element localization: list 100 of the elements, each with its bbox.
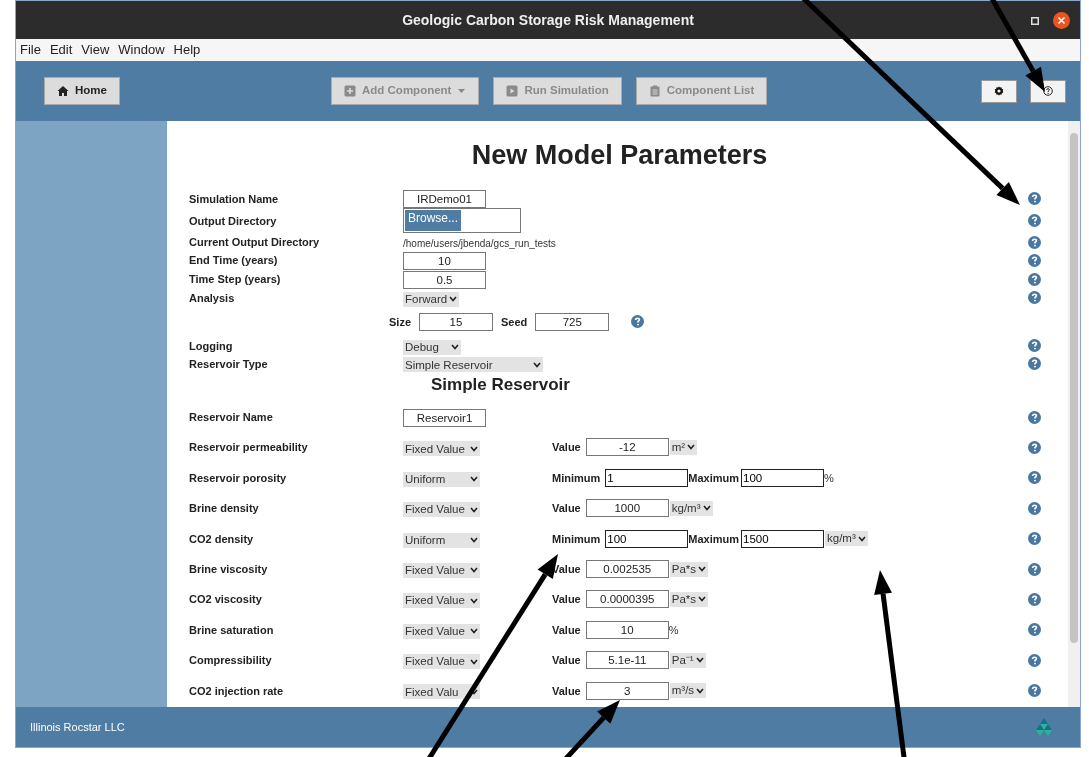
company-name: Illinois Rocstar LLC (30, 719, 125, 735)
field-label: Minimum (552, 532, 601, 545)
field-label: Time Step (years) (189, 273, 282, 286)
unit-dropdown[interactable]: Pa⁻¹ (669, 652, 706, 668)
file-field[interactable]: Browse... (403, 208, 521, 234)
field-label: Brine density (189, 502, 260, 515)
help-icon[interactable] (1028, 592, 1041, 606)
field-label: Maximum (688, 532, 740, 545)
menu-item[interactable]: Edit (45, 40, 78, 60)
unit-label: % (668, 623, 679, 636)
input-field[interactable]: 100 (605, 529, 689, 548)
help-icon[interactable] (1028, 410, 1041, 424)
dropdown[interactable]: Fixed Value (403, 623, 480, 639)
home-button[interactable]: Home (44, 77, 120, 105)
help-icon[interactable] (1028, 501, 1041, 515)
caret-icon (533, 361, 541, 368)
dropdown[interactable]: Fixed Value (403, 441, 480, 457)
settings-button[interactable] (981, 79, 1017, 103)
unit-dropdown[interactable]: m³/s (669, 683, 707, 699)
help-icon[interactable] (1028, 653, 1041, 667)
input-field[interactable]: -12 (585, 438, 669, 457)
help-icon[interactable] (1028, 339, 1041, 353)
help-icon[interactable] (1028, 471, 1041, 485)
unit-dropdown[interactable]: Pa*s (669, 561, 709, 577)
help-icon[interactable] (1028, 235, 1041, 249)
scrollbar[interactable] (1068, 121, 1080, 707)
caret-icon (470, 628, 478, 635)
field-label: Logging (189, 339, 234, 352)
menu-item[interactable]: File (16, 40, 46, 60)
menu-item[interactable]: Help (169, 40, 206, 60)
close-icon[interactable] (1053, 12, 1070, 29)
field-label: CO2 injection rate (189, 684, 285, 697)
field-label: CO2 density (189, 532, 255, 545)
input-field[interactable]: IRDemo01 (403, 190, 486, 209)
field-label: Reservoir Type (189, 357, 269, 370)
caret-icon (449, 296, 458, 303)
input-field[interactable]: 0.0000395 (585, 590, 669, 609)
dropdown[interactable]: Fixed Value (403, 654, 480, 670)
unit-dropdown[interactable]: kg/m³ (825, 531, 868, 547)
dropdown[interactable]: Debug (403, 339, 461, 355)
field-label: Value (552, 593, 581, 606)
field-label: Reservoir porosity (189, 471, 288, 484)
input-field[interactable]: 15 (419, 312, 493, 331)
input-field[interactable]: Reservoir1 (403, 408, 486, 427)
caret-icon (470, 689, 478, 695)
caret-icon (470, 537, 478, 544)
caret-icon (470, 597, 478, 604)
help-icon[interactable] (1028, 562, 1041, 576)
field-label: Simulation Name (189, 192, 280, 205)
input-field[interactable]: 100 (741, 468, 825, 487)
help-icon[interactable] (1028, 254, 1041, 267)
help-icon (1043, 86, 1053, 96)
unit-dropdown[interactable]: Pa*s (669, 591, 709, 607)
caret-icon (687, 444, 696, 451)
help-icon[interactable] (631, 315, 645, 329)
help-icon[interactable] (1028, 273, 1041, 286)
help-icon[interactable] (1028, 214, 1041, 228)
maximize-icon[interactable] (1031, 16, 1039, 25)
help-icon[interactable] (1028, 357, 1041, 371)
settings-icon (994, 86, 1004, 96)
dropdown[interactable]: Simple Reservoir (403, 357, 543, 373)
clipboard-icon (648, 85, 661, 97)
caret-icon (470, 658, 478, 665)
section-heading: Simple Reservoir (431, 375, 571, 396)
dropdown[interactable]: Fixed Value (403, 593, 480, 609)
dropdown[interactable]: Fixed Valu (403, 684, 480, 700)
caret-icon (451, 344, 459, 351)
input-field[interactable]: 10 (403, 252, 486, 270)
dropdown[interactable]: Forward (403, 291, 460, 307)
field-label: Brine saturation (189, 623, 275, 636)
unit-dropdown[interactable]: kg/m³ (669, 500, 713, 516)
unit-dropdown[interactable]: m² (669, 439, 698, 455)
input-field[interactable]: 5.1e-11 (585, 651, 669, 670)
logo-icon (1036, 718, 1052, 736)
input-field[interactable]: 1000 (585, 499, 669, 518)
dropdown[interactable]: Uniform (403, 532, 480, 548)
dropdown[interactable]: Fixed Value (403, 502, 480, 518)
input-field[interactable]: 725 (535, 312, 610, 331)
unit-label: % (824, 471, 834, 484)
input-field[interactable]: 0.002535 (585, 560, 669, 578)
help-icon[interactable] (1028, 291, 1041, 305)
field-label: Compressibility (189, 654, 273, 667)
input-field[interactable]: 1500 (741, 529, 825, 548)
dropdown[interactable]: Uniform (403, 471, 480, 487)
help-icon[interactable] (1028, 440, 1041, 454)
help-icon[interactable] (1028, 684, 1041, 698)
menu-item[interactable]: Window (114, 40, 170, 60)
menu-item[interactable]: View (77, 40, 115, 60)
help-icon[interactable] (1028, 532, 1041, 546)
help-icon[interactable] (1028, 192, 1041, 206)
field-label: Value (552, 654, 581, 667)
field-label: Size (389, 315, 411, 328)
input-field[interactable]: 3 (585, 681, 669, 700)
caret-icon (857, 535, 866, 542)
input-field[interactable]: 1 (605, 468, 689, 487)
input-field[interactable]: 10 (585, 620, 669, 639)
dropdown[interactable]: Fixed Value (403, 562, 480, 578)
input-field[interactable]: 0.5 (403, 271, 486, 289)
window-title: Geologic Carbon Storage Risk Management (402, 10, 694, 30)
help-icon[interactable] (1028, 623, 1041, 637)
